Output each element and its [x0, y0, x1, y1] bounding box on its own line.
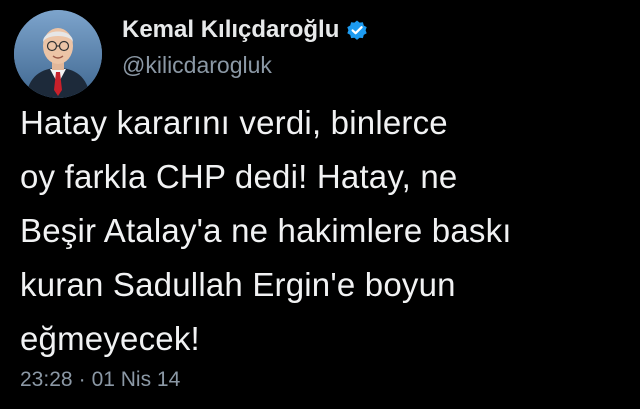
avatar[interactable]: [14, 10, 102, 98]
display-name[interactable]: Kemal Kılıçdaroğlu: [122, 16, 339, 44]
tweet-card: Kemal Kılıçdaroğlu @kilicdarogluk Hatay …: [0, 0, 640, 409]
tweet-time: 23:28: [20, 368, 73, 391]
tweet-timestamp[interactable]: 23:28 · 01 Nis 14: [20, 368, 180, 392]
avatar-photo-icon: [14, 10, 102, 98]
verified-badge-icon: [345, 18, 369, 42]
tweet-text: Hatay kararını verdi, binlerce oy farkla…: [20, 104, 512, 357]
author-handle[interactable]: @kilicdarogluk: [122, 52, 272, 79]
meta-separator: ·: [78, 368, 86, 391]
tweet-date: 01 Nis 14: [91, 368, 181, 391]
author-name-row: Kemal Kılıçdaroğlu: [122, 14, 369, 46]
